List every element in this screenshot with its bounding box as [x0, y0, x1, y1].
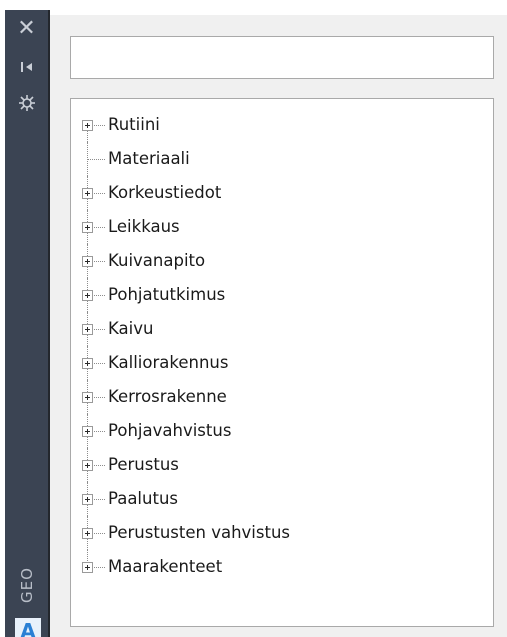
tree-node-label: Perustusten vahvistus: [108, 523, 290, 542]
palette-title: GEO: [5, 550, 48, 620]
app-logo-letter: A: [20, 619, 36, 637]
tree-node[interactable]: Pohjavahvistus: [71, 414, 471, 448]
app-logo-icon[interactable]: A: [15, 618, 41, 637]
expand-icon[interactable]: [82, 290, 93, 301]
tree-node-label: Rutiini: [108, 115, 160, 134]
tree-node[interactable]: Pohjatutkimus: [71, 278, 471, 312]
tree-connector: [92, 567, 105, 568]
tree-node-label: Kerrosrakenne: [108, 387, 227, 406]
tree-connector: [92, 125, 105, 126]
tree-node[interactable]: Kaivu: [71, 312, 471, 346]
tree-node[interactable]: Perustusten vahvistus: [71, 516, 471, 550]
tree-node-label: Pohjavahvistus: [108, 421, 232, 440]
tree-connector: [92, 499, 105, 500]
tree-node-label: Materiaali: [108, 149, 190, 168]
auto-hide-icon[interactable]: [5, 54, 48, 80]
expand-icon[interactable]: [82, 562, 93, 573]
tree-node[interactable]: Maarakenteet: [71, 550, 471, 584]
tree-node[interactable]: Kerrosrakenne: [71, 380, 471, 414]
tree-node-label: Korkeustiedot: [108, 183, 222, 202]
expand-icon[interactable]: [82, 426, 93, 437]
tree-node-label: Pohjatutkimus: [108, 285, 226, 304]
expand-icon[interactable]: [82, 528, 93, 539]
expand-icon[interactable]: [82, 256, 93, 267]
search-input[interactable]: [70, 36, 494, 79]
tree-connector: [92, 431, 105, 432]
tree-connector: [87, 159, 105, 160]
properties-icon[interactable]: [5, 90, 48, 116]
tree-node[interactable]: Materiaali: [71, 142, 471, 176]
tree-view[interactable]: Rutiini Materiaali Korkeustiedot Leikkaus Ku…: [70, 98, 494, 627]
tree-node-label: Maarakenteet: [108, 557, 223, 576]
tree-node[interactable]: Kuivanapito: [71, 244, 471, 278]
tree-node[interactable]: Leikkaus: [71, 210, 471, 244]
expand-icon[interactable]: [82, 494, 93, 505]
tree-connector: [92, 533, 105, 534]
tree-connector: [92, 329, 105, 330]
tree-node[interactable]: Perustus: [71, 448, 471, 482]
tree-node[interactable]: Kalliorakennus: [71, 346, 471, 380]
palette-top-strip: [50, 10, 507, 15]
expand-icon[interactable]: [82, 460, 93, 471]
palette-content: Rutiini Materiaali Korkeustiedot Leikkaus Ku…: [48, 10, 507, 637]
tree-node[interactable]: Korkeustiedot: [71, 176, 471, 210]
tree-connector: [92, 193, 105, 194]
expand-icon[interactable]: [82, 358, 93, 369]
tree-node-label: Kuivanapito: [108, 251, 206, 270]
expand-icon[interactable]: [82, 392, 93, 403]
tree-connector: [92, 227, 105, 228]
expand-icon[interactable]: [82, 120, 93, 131]
tree-node[interactable]: Rutiini: [71, 108, 471, 142]
tree-node-label: Paalutus: [108, 489, 178, 508]
palette-titlebar: ✕ GEO A: [5, 10, 48, 637]
tree-connector: [92, 465, 105, 466]
expand-icon[interactable]: [82, 188, 93, 199]
tree-connector: [92, 261, 105, 262]
expand-icon[interactable]: [82, 222, 93, 233]
close-icon[interactable]: ✕: [5, 16, 48, 42]
tree-connector: [92, 295, 105, 296]
expand-icon[interactable]: [82, 324, 93, 335]
tree-connector: [92, 363, 105, 364]
tree-node-label: Kalliorakennus: [108, 353, 229, 372]
tree-node-label: Kaivu: [108, 319, 154, 338]
tree-connector: [92, 397, 105, 398]
palette-title-text: GEO: [17, 567, 36, 603]
tree-node-label: Perustus: [108, 455, 179, 474]
tree-node[interactable]: Paalutus: [71, 482, 471, 516]
tree-node-label: Leikkaus: [108, 217, 180, 236]
